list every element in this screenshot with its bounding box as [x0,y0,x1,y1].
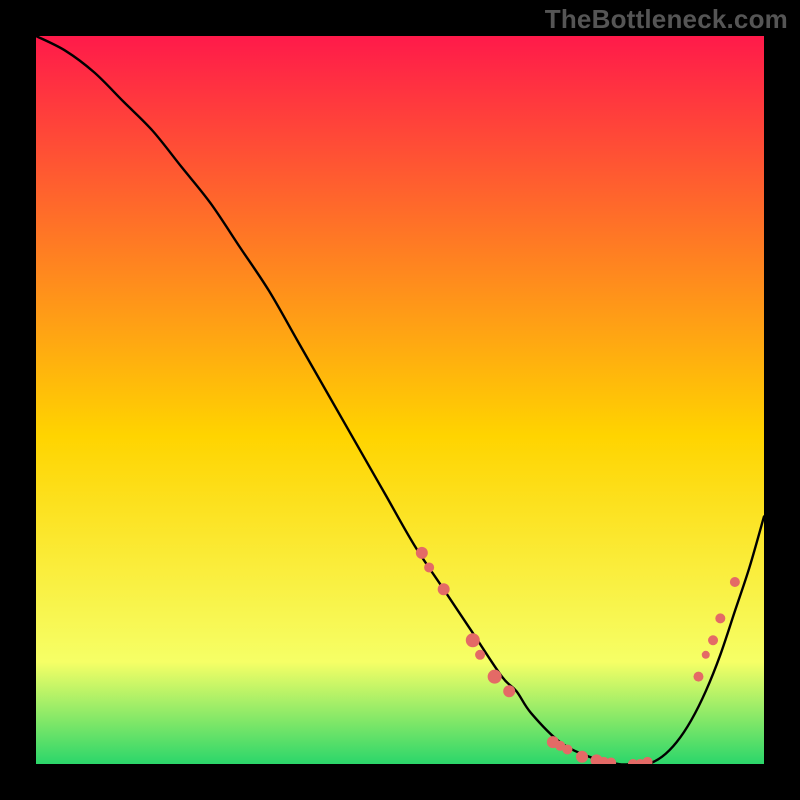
plot-area [36,36,764,764]
curve-marker [424,562,434,572]
bottleneck-curve-chart [36,36,764,764]
curve-marker [576,751,588,763]
curve-marker [438,583,450,595]
curve-marker [693,672,703,682]
curve-marker [562,744,572,754]
curve-marker [466,633,480,647]
curve-marker [488,670,502,684]
watermark-text: TheBottleneck.com [545,4,788,35]
curve-marker [715,613,725,623]
curve-marker [475,650,485,660]
curve-marker [702,651,710,659]
curve-marker [503,685,515,697]
gradient-background [36,36,764,764]
curve-marker [416,547,428,559]
curve-marker [730,577,740,587]
curve-marker [708,635,718,645]
chart-frame: TheBottleneck.com [0,0,800,800]
